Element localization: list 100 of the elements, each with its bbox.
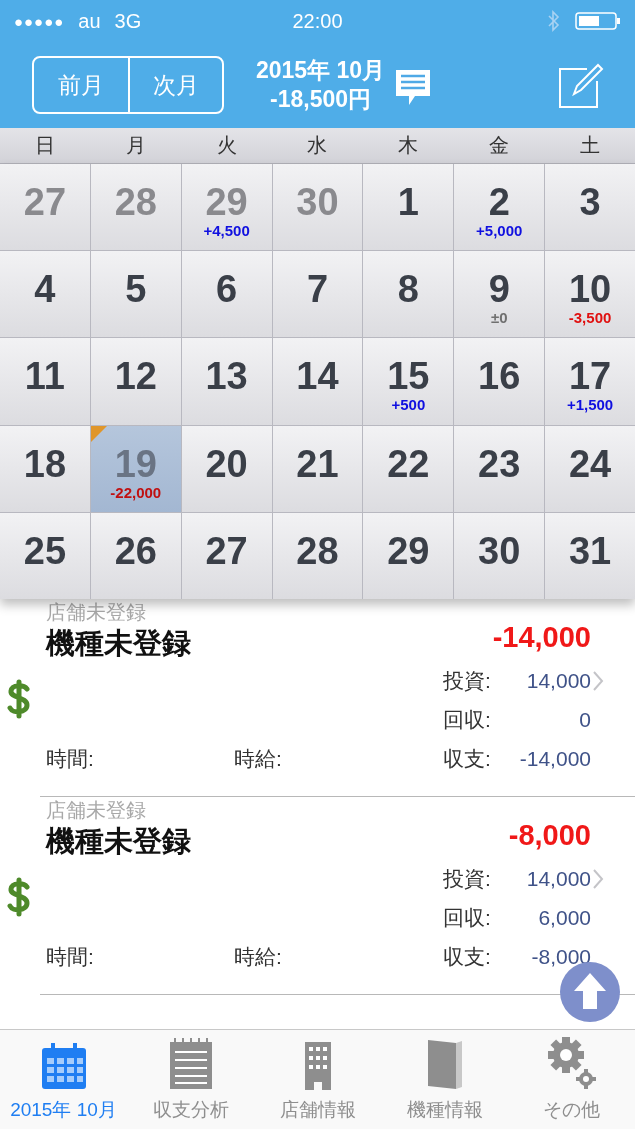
day-cell[interactable]: 28 <box>272 512 363 599</box>
balance-value: -8,000 <box>530 944 591 969</box>
weekday-label: 金 <box>487 133 510 158</box>
day-number: 30 <box>478 530 521 571</box>
day-cell[interactable]: 14 <box>272 338 363 425</box>
weekday-label: 土 <box>578 133 601 158</box>
day-cell[interactable]: 26 <box>90 512 181 599</box>
recover-label: 回収: <box>443 706 492 733</box>
invest-label: 投資: <box>443 865 492 892</box>
dollar-icon <box>6 679 32 719</box>
weekday-label: 水 <box>306 133 329 158</box>
day-number: 11 <box>24 356 65 397</box>
recover-label: 回収: <box>443 904 492 931</box>
day-cell[interactable]: 17 +1,500 <box>545 338 635 425</box>
battery-icon <box>575 11 621 31</box>
day-number: 15 <box>387 356 430 397</box>
day-cell[interactable]: 12 <box>90 338 181 425</box>
day-number: 13 <box>205 356 248 397</box>
day-number: 30 <box>296 182 339 222</box>
day-number: 1 <box>397 182 419 222</box>
day-number: 17 <box>568 356 612 397</box>
invest-value: 14,000 <box>525 668 591 693</box>
day-cell[interactable]: 24 <box>545 425 635 512</box>
day-cell[interactable]: 15 +500 <box>363 338 454 425</box>
balance-value: -14,000 <box>518 746 591 771</box>
time-label: 時間: <box>46 943 95 970</box>
day-cell[interactable]: 3 <box>545 164 635 251</box>
month-total: -18,500円 <box>270 85 372 114</box>
day-cell[interactable]: 1 <box>363 164 454 251</box>
hourly-label: 時給: <box>234 943 283 970</box>
day-number: 10 <box>568 269 612 310</box>
day-cell[interactable]: 4 <box>0 251 90 338</box>
day-number: 3 <box>579 182 601 222</box>
day-cell[interactable]: 21 <box>272 425 363 512</box>
day-cell[interactable]: 7 <box>272 251 363 338</box>
chevron-icon[interactable] <box>591 669 605 692</box>
day-amount: -22,000 <box>110 483 162 502</box>
gears-icon <box>545 1035 598 1091</box>
building-icon <box>303 1041 332 1091</box>
day-number: 14 <box>296 356 339 397</box>
day-number: 20 <box>205 443 248 484</box>
time-label: 時間: <box>46 745 95 772</box>
day-cell[interactable]: 6 <box>181 251 272 338</box>
day-cell[interactable]: 20 <box>181 425 272 512</box>
chevron-icon[interactable] <box>591 867 605 890</box>
day-amount: +4,500 <box>203 222 250 240</box>
day-cell[interactable]: 2 +5,000 <box>454 164 545 251</box>
day-cell[interactable]: 11 <box>0 338 90 425</box>
day-cell[interactable]: 8 <box>363 251 454 338</box>
day-number: 27 <box>205 530 248 571</box>
day-number: 18 <box>23 443 67 484</box>
day-cell[interactable]: 29 <box>363 512 454 599</box>
day-number: 5 <box>125 269 147 310</box>
notepad-icon <box>167 1037 214 1091</box>
signal-strength: ●●●●● <box>14 12 65 30</box>
day-number: 6 <box>216 269 238 310</box>
model-name: 機種未登録 <box>46 824 191 859</box>
day-number: 2 <box>488 182 510 222</box>
day-cell[interactable]: 9 ±0 <box>454 251 545 338</box>
day-cell[interactable]: 10 -3,500 <box>545 251 635 338</box>
bluetooth-icon <box>547 10 561 32</box>
day-amount: +5,000 <box>476 222 523 240</box>
day-amount: ±0 <box>490 309 508 328</box>
compose-icon[interactable] <box>557 61 605 109</box>
day-amount: +500 <box>391 396 426 415</box>
day-amount: +1,500 <box>566 396 614 415</box>
day-cell[interactable]: 22 <box>363 425 454 512</box>
day-number: 4 <box>34 269 56 310</box>
recover-value: 6,000 <box>537 905 591 930</box>
weekday-label: 火 <box>215 133 238 158</box>
tab[interactable]: 2015年 10月 <box>0 1030 127 1129</box>
calendar-icon <box>39 1041 88 1091</box>
weekday-label: 日 <box>34 133 57 158</box>
day-cell[interactable]: 16 <box>454 338 545 425</box>
invest-value: 14,000 <box>525 866 591 891</box>
day-number: 28 <box>296 530 339 571</box>
day-cell[interactable]: 27 <box>181 512 272 599</box>
day-number: 8 <box>397 269 419 310</box>
weekday-label: 木 <box>397 133 420 158</box>
day-cell[interactable]: 29 +4,500 <box>181 164 272 251</box>
day-number: 29 <box>205 182 248 222</box>
day-number: 21 <box>296 443 339 484</box>
book-icon <box>425 1037 464 1091</box>
hourly-label: 時給: <box>234 745 283 772</box>
day-cell[interactable]: 25 <box>0 512 90 599</box>
shop-name: 店舗未登録 <box>46 600 147 625</box>
day-number: 24 <box>568 443 612 484</box>
day-cell[interactable]: 13 <box>181 338 272 425</box>
day-cell[interactable]: 18 <box>0 425 90 512</box>
shop-name: 店舗未登録 <box>46 798 147 823</box>
day-number: 31 <box>568 530 612 571</box>
day-number: 25 <box>23 530 67 571</box>
day-number: 29 <box>387 530 430 571</box>
day-cell[interactable]: 31 <box>545 512 635 599</box>
month-title: 2015年 10月 <box>256 56 386 85</box>
day-cell[interactable]: 23 <box>454 425 545 512</box>
day-cell[interactable]: 5 <box>90 251 181 338</box>
day-number: 26 <box>114 530 157 571</box>
day-number: 23 <box>478 443 521 484</box>
day-cell[interactable]: 30 <box>454 512 545 599</box>
